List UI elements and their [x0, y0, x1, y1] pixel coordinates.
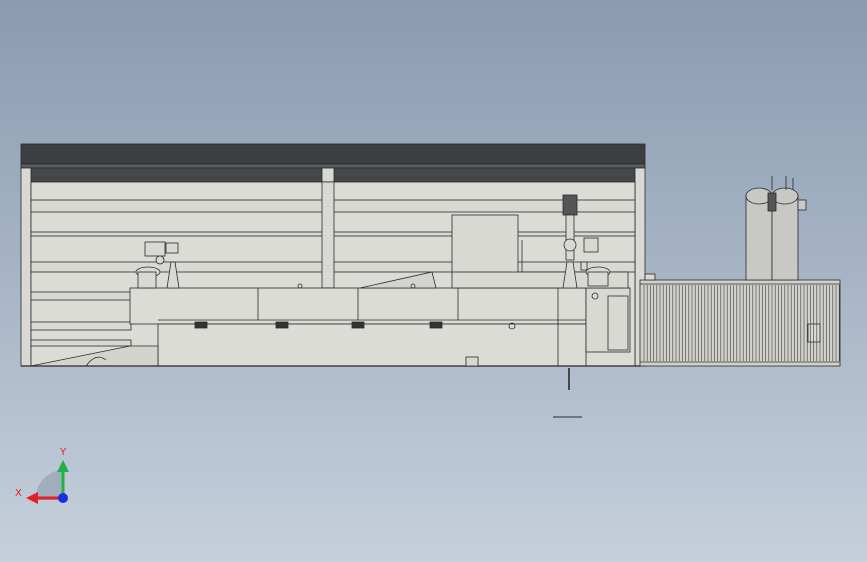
tank-unit: [745, 176, 807, 281]
triad-shadow: [35, 470, 62, 500]
x-axis-arrow: [26, 492, 38, 504]
machine-assembly: [20, 143, 841, 418]
y-axis-arrow: [57, 460, 69, 472]
z-axis-dot: [58, 493, 68, 503]
frame-post-middle-front: [321, 181, 335, 289]
axis-triad: Y X: [15, 447, 69, 504]
x-axis-label: X: [15, 488, 22, 499]
rail-4: [30, 291, 132, 301]
top-housing: [451, 214, 519, 274]
roof-canopy: [20, 143, 646, 165]
end-panel: [607, 295, 629, 351]
roof-fascia: [20, 163, 646, 169]
drain-box: [465, 356, 479, 367]
frame-post-left: [20, 167, 32, 367]
radiator-inspection-hatch: [807, 323, 821, 343]
rail-5: [30, 321, 132, 331]
rail-6: [30, 339, 132, 347]
cad-viewport[interactable]: Y X: [0, 0, 867, 562]
conveyor-body-lower: [157, 323, 587, 367]
y-axis-label: Y: [59, 447, 67, 458]
